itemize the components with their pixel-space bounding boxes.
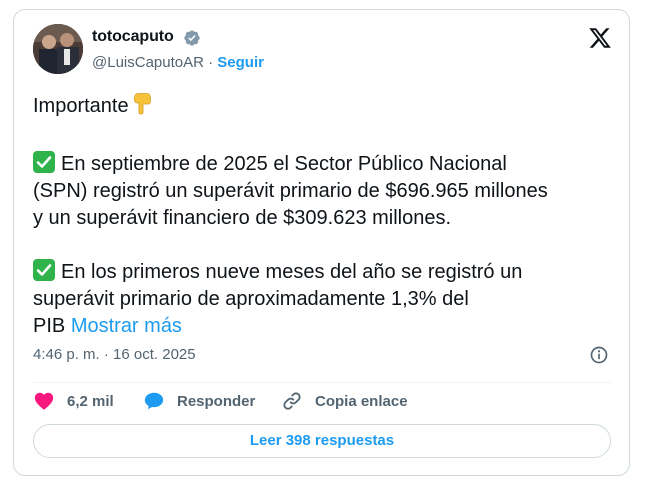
- check-mark-icon: [33, 151, 55, 173]
- nine-months-line-2: superávit primario de aproximadamente 1,…: [33, 288, 469, 310]
- read-replies-button[interactable]: Leer 398 respuestas: [33, 424, 611, 458]
- pointing-down-hand-icon: [133, 92, 155, 124]
- like-count: 6,2 mil: [67, 392, 114, 410]
- heart-icon: [34, 392, 54, 410]
- tweet-card: totocaputo @LuisCaputoAR · Seguir Import…: [13, 9, 630, 476]
- author-handle-row: @LuisCaputoAR · Seguir: [92, 54, 264, 71]
- nine-months-line-3: PIB: [33, 315, 66, 337]
- check-mark-icon: [33, 259, 55, 281]
- intro-text: Importante: [33, 95, 129, 117]
- follow-button[interactable]: Seguir: [217, 54, 264, 71]
- divider: [33, 382, 611, 383]
- tweet-paragraph-nine-months: En los primeros nueve meses del año se r…: [33, 259, 618, 340]
- info-icon[interactable]: [589, 345, 609, 365]
- tweet-timestamp[interactable]: 4:46 p. m. · 16 oct. 2025: [33, 346, 196, 363]
- author-avatar[interactable]: [33, 24, 83, 74]
- copy-link-label: Copia enlace: [315, 392, 408, 410]
- nine-months-line-1: En los primeros nueve meses del año se r…: [61, 261, 523, 283]
- tweet-paragraph-spn: En septiembre de 2025 el Sector Público …: [33, 151, 618, 232]
- tweet-text: Importante En septiembre de 2025 el Sect…: [33, 92, 618, 340]
- spn-line-2: (SPN) registró un superávit primario de …: [33, 180, 548, 202]
- like-button[interactable]: 6,2 mil: [33, 388, 114, 414]
- spn-line-1: En septiembre de 2025 el Sector Público …: [61, 153, 507, 175]
- author-display-name[interactable]: totocaputo: [92, 28, 174, 46]
- x-logo-icon[interactable]: [588, 26, 612, 50]
- copy-link-button[interactable]: Copia enlace: [281, 388, 408, 414]
- spn-line-3: y un superávit financiero de $309.623 mi…: [33, 207, 452, 229]
- separator-dot: ·: [203, 54, 218, 71]
- reply-bubble-icon: [144, 392, 164, 410]
- verified-badge-icon[interactable]: [183, 29, 201, 47]
- link-icon: [283, 392, 301, 410]
- reply-button[interactable]: Responder: [143, 388, 255, 414]
- tweet-line-intro: Importante: [33, 92, 618, 124]
- show-more-link[interactable]: Mostrar más: [71, 315, 182, 337]
- reply-label: Responder: [177, 392, 256, 410]
- author-handle[interactable]: @LuisCaputoAR: [92, 54, 204, 71]
